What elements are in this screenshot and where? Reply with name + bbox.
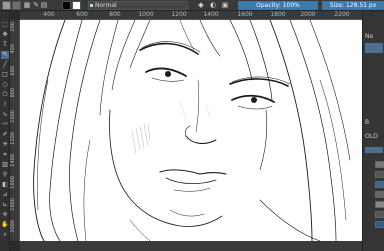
ruler-tick-label: 1400 [203,11,219,18]
reset-icon[interactable]: ◐ [208,1,218,10]
fill-icon[interactable]: ◧ [1,181,9,189]
brush-preset-icon[interactable] [375,171,384,178]
color-picker-icon[interactable]: ⚲ [1,171,9,179]
multibrush-icon[interactable]: ✳ [1,141,9,149]
choose-brush-icon[interactable]: ▦ [22,1,32,10]
polygon-icon[interactable]: ⬠ [1,91,9,99]
move-icon[interactable]: ✢ [1,211,9,219]
opacity-slider[interactable]: Opacity: 100% [238,1,318,10]
brush-preset-icon[interactable] [375,211,384,218]
lineart-sketch [33,20,351,241]
crop-icon[interactable]: ⌗ [1,151,9,159]
vertical-ruler: 200 400 600 800 1000 1200 1400 1600 1800… [10,20,20,241]
pan-icon[interactable]: ✋ [1,221,9,229]
brush-preset-icon[interactable] [375,191,384,198]
brush-icon[interactable]: ✎ [1,51,9,59]
ruler-tick-label: 1200 [171,11,187,18]
ruler-tick-label: 800 [109,11,121,18]
ruler-tick-label: 1200 [10,132,16,145]
ruler-tick-label: 600 [10,66,16,76]
transform-icon[interactable]: ✥ [1,31,9,39]
top-toolbar: ▦ ✎ ▤ Normal ◆ ◐ ▣ Opacity: 100% Size: 1… [0,0,384,11]
alpha-lock-icon[interactable]: ▣ [220,1,230,10]
color-selector[interactable] [365,43,383,53]
ruler-tick-label: 1800 [10,198,16,211]
ruler-tick-label: 800 [10,88,16,98]
layer-name[interactable]: OLD [365,133,378,140]
layer-row-active[interactable] [365,147,383,153]
dynamic-brush-icon[interactable]: ✐ [1,131,9,139]
right-dock: Ne B OLD [362,11,384,251]
gradient-icon[interactable]: ▥ [1,161,9,169]
ruler-tick-label: 1600 [237,11,253,18]
ruler-tick-label: 1400 [10,154,16,167]
line-icon[interactable]: ╱ [1,61,9,69]
drawing-canvas[interactable] [20,20,362,241]
eraser-icon[interactable]: ◆ [196,1,206,10]
assistant-icon[interactable]: ⊿ [1,191,9,199]
freehand-path-icon[interactable]: 〰 [1,121,9,129]
toolbox: ⬚ ✥ T ✎ ╱ □ ○ ⬠ ⌇ ∿ 〰 ✐ ✳ ⌗ ▥ ⚲ ◧ ⊿ ⊾ ✢ … [0,11,10,251]
select-icon[interactable]: ⬚ [1,21,9,29]
horizontal-ruler: 400 600 800 1000 1200 1400 1600 1800 200… [20,11,362,20]
ruler-tick-label: 600 [76,11,88,18]
background-color-swatch[interactable] [72,1,81,10]
ruler-tick-label: 1600 [10,176,16,189]
ruler-tick-label: 1800 [270,11,286,18]
brush-size-slider[interactable]: Size: 128.51 px [322,1,384,10]
gradient-swatch[interactable] [12,1,21,10]
pattern-swatch[interactable] [2,1,11,10]
rectangle-icon[interactable]: □ [1,71,9,79]
blend-mode-select[interactable]: Normal [88,1,188,10]
ruler-tick-label: 200 [10,22,16,32]
text-icon[interactable]: T [1,41,9,49]
foreground-color-swatch[interactable] [62,1,71,10]
dock-panel-label[interactable]: Ne [365,33,373,40]
ruler-tick-label: 1000 [10,110,16,123]
brush-preset-icon[interactable] [375,221,384,228]
measure-icon[interactable]: ⊾ [1,201,9,209]
bezier-icon[interactable]: ∿ [1,111,9,119]
ruler-tick-label: 400 [10,44,16,54]
canvas-scrollbar[interactable] [20,241,362,251]
brush-preset-icon[interactable] [375,161,384,168]
ruler-tick-label: 1000 [138,11,154,18]
brush-preset-icon[interactable] [375,181,384,188]
fill-gradient-icon[interactable]: ▤ [40,1,48,10]
ruler-tick-label: 2200 [334,11,350,18]
ruler-tick-label: 2000 [300,11,316,18]
polyline-icon[interactable]: ⌇ [1,101,9,109]
ellipse-icon[interactable]: ○ [1,81,9,89]
layers-panel-label[interactable]: B [365,119,369,126]
zoom-icon[interactable]: ⌕ [1,231,9,239]
ruler-tick-label: 2000 [10,220,16,233]
ruler-tick-label: 400 [43,11,55,18]
brush-editor-icon[interactable]: ✎ [32,1,40,10]
brush-preset-icon[interactable] [375,201,384,208]
